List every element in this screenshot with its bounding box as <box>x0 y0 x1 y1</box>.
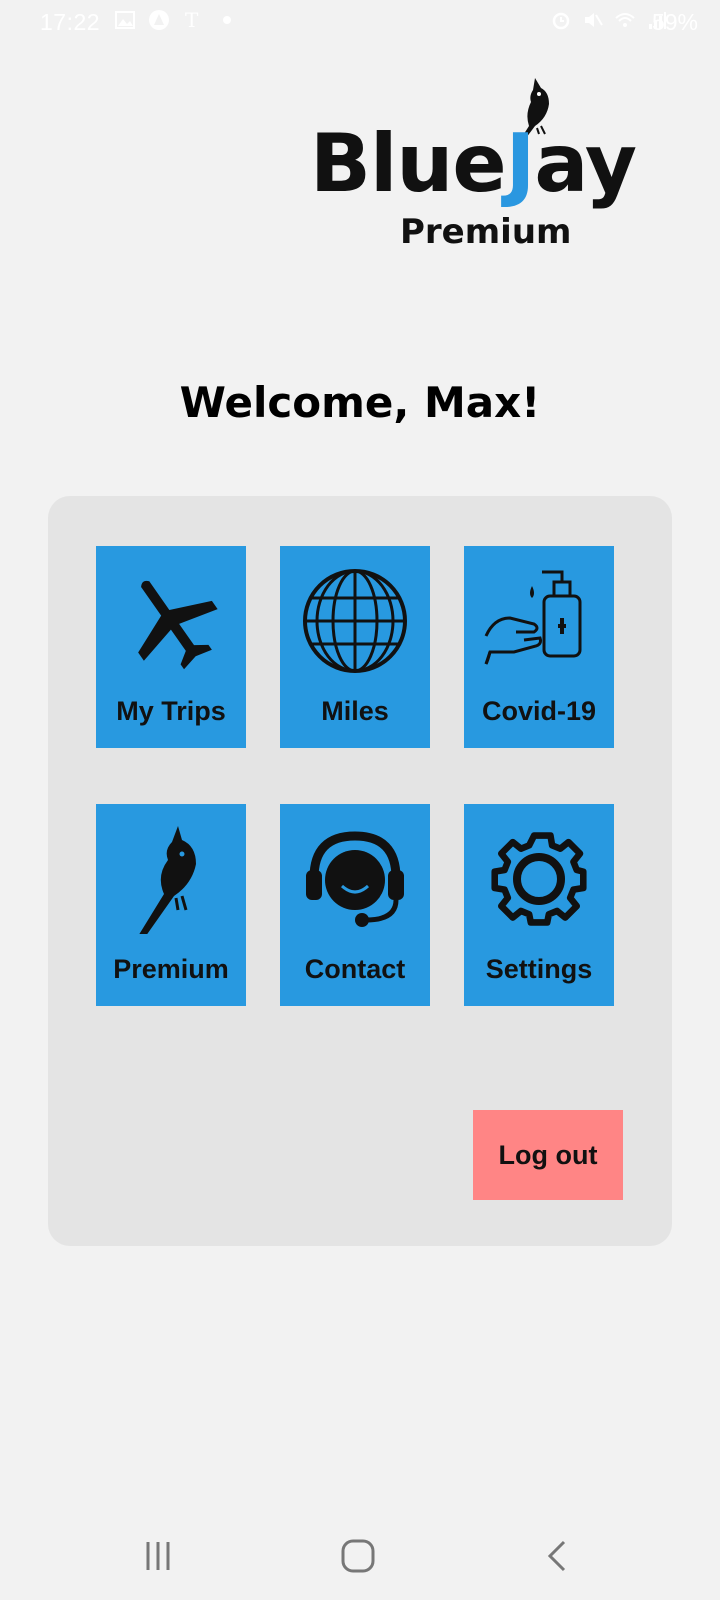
logo-letter-j: J <box>505 117 536 210</box>
contact-label: Contact <box>304 954 406 984</box>
bird-icon <box>139 826 196 934</box>
back-icon[interactable] <box>540 1536 580 1576</box>
dot-icon <box>223 16 231 24</box>
status-right-icons <box>550 9 668 31</box>
bluejay-premium-logo: BlueJay Premium <box>310 72 680 252</box>
gallery-icon <box>115 11 135 29</box>
logo-word-ay: ay <box>534 117 637 210</box>
logout-button[interactable]: Log out <box>473 1110 623 1200</box>
mute-icon <box>585 13 603 27</box>
logo-word-blue: Blue <box>310 117 507 210</box>
hand-sanitizer-icon <box>484 570 582 665</box>
airplane-icon <box>138 580 218 670</box>
gear-icon <box>491 832 587 926</box>
premium-label: Premium <box>113 954 229 984</box>
status-time: 17:22 <box>40 9 101 35</box>
logo-wordmark: BlueJay <box>310 124 637 204</box>
navigation-bar <box>0 1510 720 1600</box>
my-trips-label: My Trips <box>116 696 226 726</box>
status-left-icons: T <box>114 9 238 31</box>
wifi-icon <box>615 13 635 27</box>
settings-label: Settings <box>485 954 593 984</box>
logo-subtitle: Premium <box>400 212 572 252</box>
nytimes-icon: T <box>185 9 199 31</box>
miles-label: Miles <box>321 696 389 726</box>
settings-tile[interactable]: Settings <box>464 804 614 1006</box>
headset-icon <box>306 831 404 927</box>
battery-percentage: 59% <box>651 9 698 35</box>
status-bar: 17:22 T 59% <box>0 0 720 46</box>
recent-apps-icon[interactable] <box>140 1536 180 1576</box>
welcome-heading: Welcome, Max! <box>179 378 541 427</box>
contact-tile[interactable]: Contact <box>280 804 430 1006</box>
svg-text:T: T <box>185 9 199 31</box>
premium-tile[interactable]: Premium <box>96 804 246 1006</box>
menu-panel: My Trips Miles Covid-19 Premium Contact … <box>48 496 672 1246</box>
alarm-icon <box>552 12 570 30</box>
app-icon <box>149 10 169 30</box>
globe-icon <box>303 569 407 673</box>
my-trips-tile[interactable]: My Trips <box>96 546 246 748</box>
miles-tile[interactable]: Miles <box>280 546 430 748</box>
home-icon[interactable] <box>340 1536 380 1576</box>
covid-19-tile[interactable]: Covid-19 <box>464 546 614 748</box>
covid-19-label: Covid-19 <box>481 696 597 726</box>
